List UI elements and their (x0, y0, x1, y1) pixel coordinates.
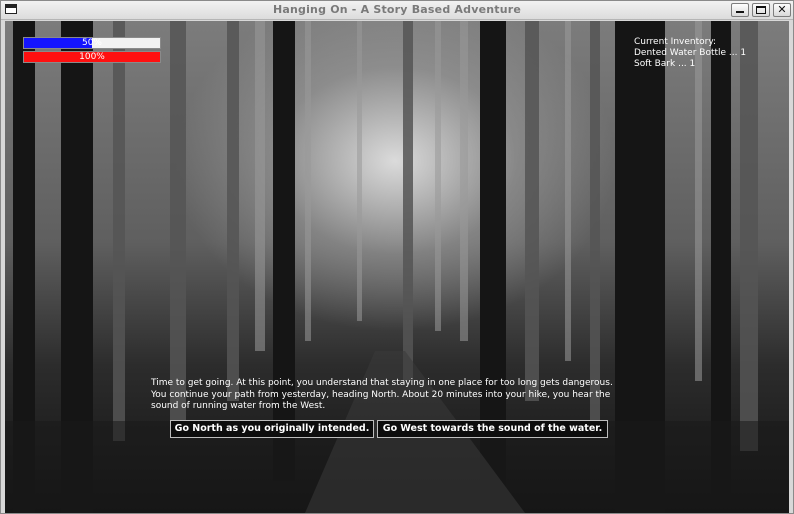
inventory-panel: Current Inventory: Dented Water Bottle .… (634, 37, 784, 70)
choice-go-north-button[interactable]: Go North as you originally intended. (170, 420, 374, 438)
window-title: Hanging On - A Story Based Adventure (272, 3, 522, 16)
game-window: Hanging On - A Story Based Adventure ✕ 5… (0, 0, 794, 514)
maximize-icon (756, 6, 766, 14)
inventory-item: Dented Water Bottle ... 1 (634, 48, 747, 58)
title-bar[interactable]: Hanging On - A Story Based Adventure ✕ (1, 1, 793, 20)
close-button[interactable]: ✕ (773, 3, 791, 17)
health-bar: 100% (23, 51, 161, 63)
energy-bar: 50% (23, 37, 161, 49)
inventory-header: Current Inventory: (634, 37, 717, 47)
minimize-button[interactable] (731, 3, 749, 17)
energy-bar-label: 50% (81, 38, 102, 48)
choice-go-west-button[interactable]: Go West towards the sound of the water. (377, 420, 608, 438)
story-text: Time to get going. At this point, you un… (151, 378, 613, 411)
forest-background-image (5, 21, 789, 513)
close-icon: ✕ (777, 3, 787, 16)
minimize-icon (736, 11, 744, 13)
health-bar-label: 100% (79, 52, 105, 62)
inventory-item: Soft Bark ... 1 (634, 59, 696, 69)
forest-scene: 50% 100% Current Inventory: Dented Water… (5, 21, 789, 513)
maximize-button[interactable] (752, 3, 770, 17)
